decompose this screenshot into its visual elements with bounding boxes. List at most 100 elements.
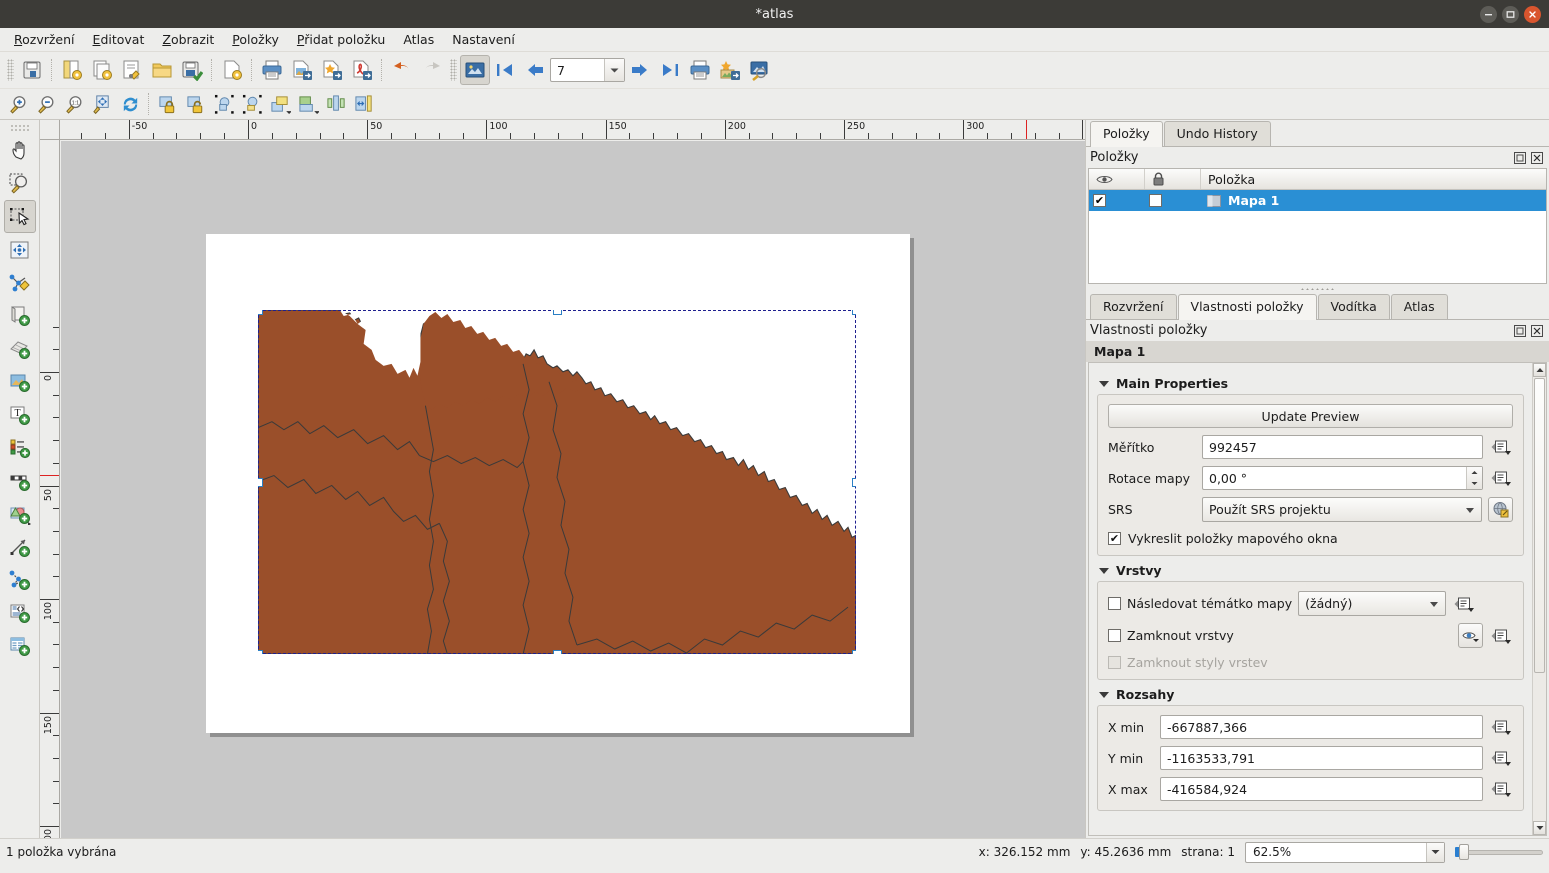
unlock-all-items-button[interactable] — [182, 91, 210, 117]
atlas-prev-feature-button[interactable] — [520, 55, 550, 85]
tab-vlastnosti-polozky[interactable]: Vlastnosti položky — [1177, 294, 1317, 320]
zoom-full-extent-button[interactable] — [88, 91, 116, 117]
map-rotation-input[interactable]: 0,00 ° — [1202, 466, 1483, 490]
group-items-button[interactable] — [210, 91, 238, 117]
toolbar-grip[interactable] — [7, 59, 14, 81]
scroll-down-arrow[interactable] — [1533, 821, 1546, 835]
select-move-item-tool[interactable] — [3, 200, 36, 233]
zoom-tool[interactable] — [4, 167, 36, 200]
map-item-resize-handle[interactable] — [258, 477, 263, 487]
add-shape-tool[interactable] — [4, 497, 36, 530]
layout-canvas[interactable] — [61, 141, 1085, 838]
row-lock-checkbox[interactable] — [1149, 194, 1162, 207]
scale-input[interactable]: 992457 — [1202, 435, 1483, 459]
minimize-button[interactable] — [1480, 5, 1497, 23]
atlas-feature-spinbox[interactable]: 7 — [550, 58, 625, 82]
add-attribute-table-tool[interactable] — [4, 629, 36, 662]
lock-items-button[interactable] — [154, 91, 182, 117]
map-item-resize-handle[interactable] — [552, 310, 562, 315]
x-max-input[interactable]: -416584,924 — [1160, 777, 1483, 801]
add-label-tool[interactable]: T — [4, 398, 36, 431]
new-layout-button[interactable] — [57, 55, 87, 85]
add-scalebar-tool[interactable] — [4, 464, 36, 497]
tab-undo-history[interactable]: Undo History — [1163, 121, 1271, 146]
row-visible-checkbox[interactable] — [1093, 194, 1106, 207]
map-item-resize-handle[interactable] — [552, 649, 562, 654]
duplicate-layout-button[interactable] — [87, 55, 117, 85]
map-item-resize-handle[interactable] — [851, 649, 856, 654]
save-project-button[interactable] — [177, 55, 207, 85]
add-node-item-tool[interactable] — [4, 563, 36, 596]
zoom-in-button[interactable] — [4, 91, 32, 117]
scroll-up-arrow[interactable] — [1533, 363, 1546, 377]
table-row[interactable]: Mapa 1 — [1089, 190, 1546, 211]
tab-atlas[interactable]: Atlas — [1390, 294, 1448, 319]
rotation-spin-arrows[interactable] — [1466, 467, 1482, 489]
menu-rozvrzeni[interactable]: Rozvržení — [6, 29, 83, 50]
add-picture-tool[interactable] — [4, 365, 36, 398]
panel-splitter[interactable] — [1086, 284, 1549, 293]
close-button[interactable] — [1524, 5, 1541, 23]
undo-button[interactable] — [387, 55, 417, 85]
save-layout-button[interactable] — [17, 55, 47, 85]
srs-select[interactable]: Použít SRS projektu — [1202, 497, 1482, 522]
data-defined-override-layers-icon[interactable] — [1489, 625, 1513, 647]
lower-items-button[interactable] — [294, 91, 322, 117]
layout-manager-button[interactable] — [117, 55, 147, 85]
atlas-first-feature-button[interactable] — [490, 55, 520, 85]
tab-rozvrzeni[interactable]: Rozvržení — [1090, 294, 1177, 319]
draw-map-canvas-items-row[interactable]: Vykreslit položky mapového okna — [1108, 531, 1513, 546]
export-svg-button[interactable] — [317, 55, 347, 85]
zoom-1-1-button[interactable]: 1:1 — [60, 91, 88, 117]
spin-dropdown-arrow[interactable] — [604, 59, 624, 81]
edit-nodes-tool[interactable] — [4, 266, 36, 299]
group-header-extents[interactable]: Rozsahy — [1099, 687, 1524, 702]
x-min-input[interactable]: -667887,366 — [1160, 715, 1483, 739]
atlas-toolbar-grip[interactable] — [450, 59, 457, 81]
move-item-content-tool[interactable] — [4, 233, 36, 266]
add-legend-tool[interactable] — [4, 431, 36, 464]
atlas-preview-button[interactable] — [460, 55, 490, 85]
y-min-input[interactable]: -1163533,791 — [1160, 746, 1483, 770]
redo-button[interactable] — [417, 55, 447, 85]
close-panel-icon[interactable] — [1530, 151, 1543, 164]
export-atlas-image-button[interactable] — [715, 55, 745, 85]
new-report-button[interactable] — [217, 55, 247, 85]
refresh-view-button[interactable] — [116, 91, 144, 117]
atlas-last-feature-button[interactable] — [655, 55, 685, 85]
float-properties-icon[interactable] — [1513, 324, 1526, 337]
ungroup-items-button[interactable] — [238, 91, 266, 117]
menu-atlas[interactable]: Atlas — [395, 29, 442, 50]
print-atlas-button[interactable] — [685, 55, 715, 85]
pan-layout-tool[interactable] — [4, 134, 36, 167]
map-item-resize-handle[interactable] — [258, 310, 263, 315]
float-panel-icon[interactable] — [1513, 151, 1526, 164]
left-toolbar-grip[interactable] — [9, 124, 30, 132]
select-crs-button[interactable] — [1488, 497, 1513, 522]
add-arrow-tool[interactable] — [4, 530, 36, 563]
menu-zobrazit[interactable]: Zobrazit — [154, 29, 222, 50]
properties-scroll-area[interactable]: Main Properties Update Preview Měřítko 9… — [1088, 362, 1547, 836]
tab-voditka[interactable]: Vodítka — [1317, 294, 1390, 319]
column-lock[interactable] — [1145, 169, 1201, 189]
add-map-tool[interactable] — [4, 299, 36, 332]
zoom-slider[interactable] — [1455, 843, 1543, 861]
group-header-layers[interactable]: Vrstvy — [1099, 563, 1524, 578]
atlas-settings-button[interactable] — [745, 55, 775, 85]
tab-polozky[interactable]: Položky — [1090, 121, 1163, 147]
group-header-main-properties[interactable]: Main Properties — [1099, 376, 1524, 391]
add-html-tool[interactable] — [4, 596, 36, 629]
properties-scrollbar[interactable] — [1532, 363, 1546, 835]
add-3d-map-tool[interactable] — [4, 332, 36, 365]
data-defined-override-xmax-icon[interactable] — [1489, 778, 1513, 800]
data-defined-override-ymin-icon[interactable] — [1489, 747, 1513, 769]
zoom-out-button[interactable] — [32, 91, 60, 117]
data-defined-override-rotation-icon[interactable] — [1489, 467, 1513, 489]
map-item-resize-handle[interactable] — [851, 310, 856, 315]
lock-layers-checkbox[interactable] — [1108, 629, 1121, 642]
data-defined-override-xmin-icon[interactable] — [1489, 716, 1513, 738]
update-preview-button[interactable]: Update Preview — [1108, 404, 1513, 428]
draw-map-canvas-items-checkbox[interactable] — [1108, 532, 1121, 545]
column-visibility[interactable] — [1089, 169, 1145, 189]
open-layout-button[interactable] — [147, 55, 177, 85]
